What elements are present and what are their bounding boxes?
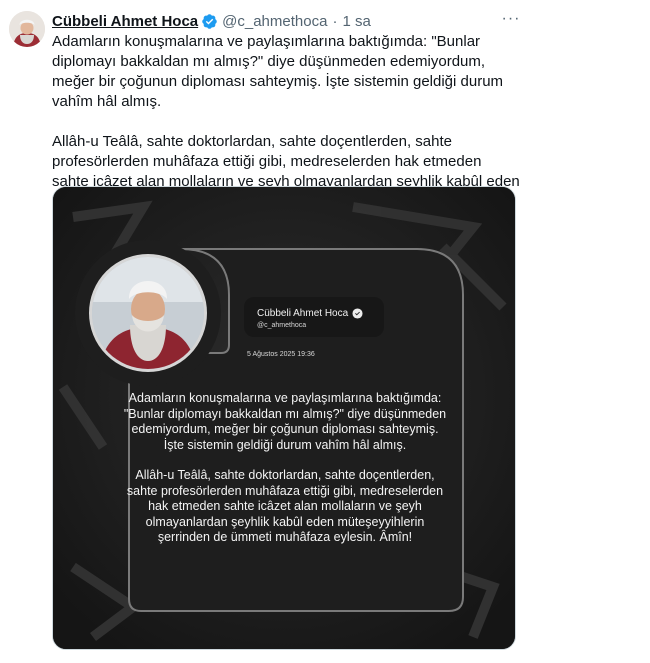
tweet-media-image[interactable]: Cübbeli Ahmet Hoca @c_ahmethoca 5 Ağusto…	[52, 186, 516, 650]
tweet-paragraph: Adamların konuşmalarına ve paylaşımların…	[52, 33, 504, 110]
tweet-header: Cübbeli Ahmet Hoca @c_ahmethoca · 1 sa	[52, 10, 650, 32]
card-paragraph: Allâh-u Teâlâ, sahte doktorlardan, sahte…	[126, 468, 444, 544]
verified-badge-icon	[201, 13, 218, 30]
author-photo	[89, 254, 207, 372]
author-name[interactable]: Cübbeli Ahmet Hoca	[52, 13, 198, 30]
card-date: 5 Ağustos 2025 19:36	[247, 351, 315, 358]
tweet-timestamp[interactable]: 1 sa	[342, 13, 370, 30]
separator-dot: ·	[332, 12, 338, 30]
more-options-icon[interactable]: ···	[500, 9, 522, 29]
card-text: Adamların konuşmalarına ve paylaşımların…	[123, 391, 447, 546]
tweet-text: Adamların konuşmalarına ve paylaşımların…	[52, 32, 522, 212]
card-name-text: Cübbeli Ahmet Hoca	[257, 308, 349, 319]
card-paragraph: Adamların konuşmalarına ve paylaşımların…	[123, 391, 447, 452]
author-avatar[interactable]	[9, 11, 45, 47]
tweet[interactable]: Cübbeli Ahmet Hoca @c_ahmethoca · 1 sa ·…	[0, 0, 650, 663]
author-handle[interactable]: @c_ahmethoca	[222, 13, 327, 30]
card-verified-icon	[352, 308, 363, 319]
card-author-name: Cübbeli Ahmet Hoca	[257, 308, 363, 319]
card-author-handle: @c_ahmethoca	[257, 322, 307, 329]
